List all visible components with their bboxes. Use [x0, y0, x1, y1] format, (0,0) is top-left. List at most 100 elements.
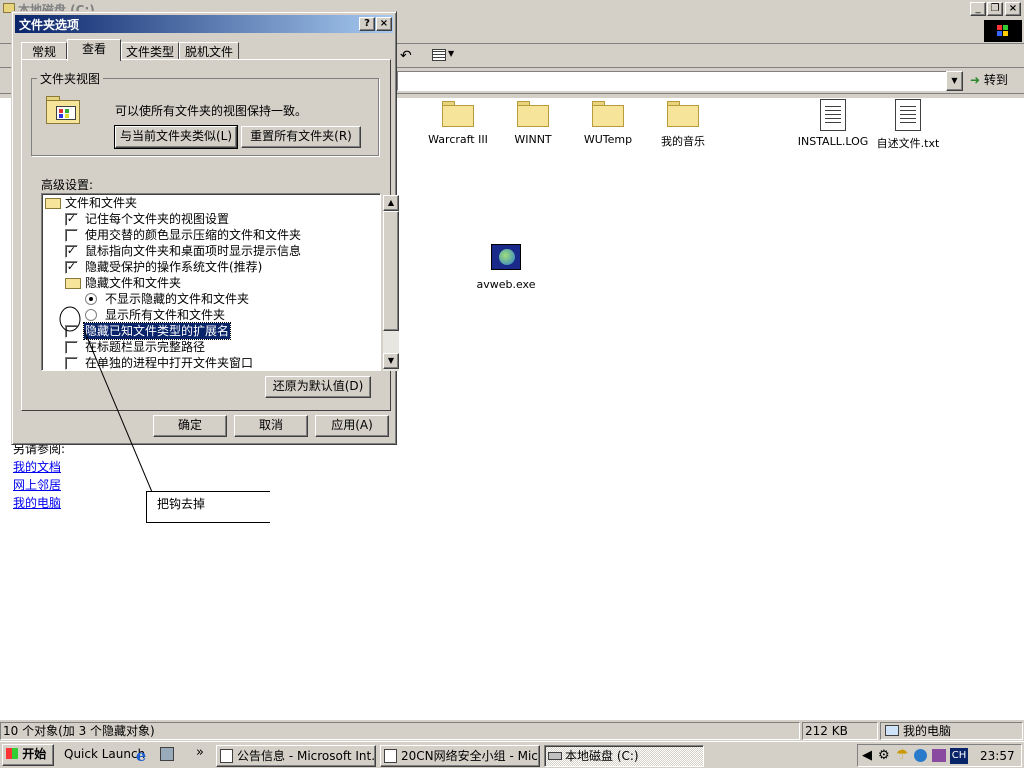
folder-icon	[442, 101, 474, 127]
file-item[interactable]: Warcraft III	[418, 101, 498, 146]
checkbox[interactable]: ✓	[65, 245, 78, 258]
taskbar-task-label: 20CN网络安全小组 - Mic...	[401, 749, 540, 763]
address-input[interactable]	[397, 71, 947, 91]
go-button[interactable]: ➜ 转到	[970, 71, 1020, 91]
speaker-icon[interactable]: ◀	[862, 748, 872, 763]
minimize-button[interactable]: _	[970, 2, 986, 16]
dialog-close-button[interactable]: ×	[376, 17, 392, 31]
drive-icon	[548, 752, 562, 760]
annotation-callout: 把钩去掉	[146, 491, 270, 523]
scroll-up-button[interactable]: ▲	[383, 195, 399, 211]
taskbar: 开始 Quick Launch e » 公告信息 - Microsoft Int…	[0, 741, 1024, 768]
file-name: INSTALL.LOG	[797, 135, 869, 148]
settings-row-label: 使用交替的颜色显示压缩的文件和文件夹	[85, 228, 302, 242]
settings-row-label: 在单独的进程中打开文件夹窗口	[85, 356, 254, 370]
go-arrow-icon: ➜	[970, 73, 981, 87]
file-item[interactable]: WUTemp	[568, 101, 648, 146]
file-item[interactable]: 自述文件.txt	[868, 99, 948, 151]
start-button[interactable]: 开始	[2, 744, 54, 766]
file-name: avweb.exe	[476, 278, 536, 291]
checkbox[interactable]	[65, 325, 78, 338]
umbrella-icon[interactable]: ☂	[896, 747, 909, 763]
folder-options-dialog: 文件夹选项 ? × 常规 查看 文件类型 脱机文件 文件夹视图 可以使所有文件夹…	[11, 11, 399, 445]
folder-icon	[667, 101, 699, 127]
tab-view[interactable]: 查看	[67, 39, 121, 61]
settings-row-label: 不显示隐藏的文件和文件夹	[105, 292, 250, 306]
settings-row-label: 记住每个文件夹的视图设置	[85, 212, 230, 226]
settings-row-label: 隐藏已知文件类型的扩展名	[82, 322, 232, 340]
tab-file-types[interactable]: 文件类型	[121, 42, 179, 60]
network-icon[interactable]: ⚙	[878, 748, 890, 763]
folder-view-description: 可以使所有文件夹的视图保持一致。	[115, 104, 308, 118]
folder-icon	[65, 278, 81, 289]
file-item[interactable]: INSTALL.LOG	[793, 99, 873, 148]
folder-view-icon	[46, 94, 80, 124]
computer-icon	[885, 725, 899, 736]
radio-button[interactable]	[85, 293, 97, 305]
checkbox[interactable]: ✓	[65, 213, 78, 226]
link-network-places[interactable]: 网上邻居	[13, 476, 61, 493]
reset-all-folders-button[interactable]: 重置所有文件夹(R)	[241, 126, 361, 148]
restore-button[interactable]: ❐	[987, 2, 1003, 16]
settings-row-label: 文件和文件夹	[65, 196, 138, 210]
ie-icon[interactable]: e	[136, 746, 146, 765]
status-bar: 10 个对象(加 3 个隐藏对象) 212 KB 我的电脑	[0, 721, 1024, 741]
system-tray: ◀ ⚙ ☂ CH 23:57	[857, 744, 1022, 767]
checkbox[interactable]	[65, 229, 78, 242]
checkbox[interactable]: ✓	[65, 261, 78, 274]
close-button[interactable]: ×	[1005, 2, 1021, 16]
status-location: 我的电脑	[880, 722, 1023, 740]
settings-row-label: 隐藏受保护的操作系统文件(推荐)	[85, 260, 263, 274]
help-button[interactable]: ?	[359, 17, 375, 31]
scroll-down-button[interactable]: ▼	[383, 353, 399, 369]
file-item[interactable]: WINNT	[493, 101, 573, 146]
undo-icon[interactable]: ↶	[400, 48, 412, 64]
globe-icon[interactable]	[914, 749, 927, 762]
quick-launch-label: Quick Launch	[64, 747, 146, 761]
ok-button[interactable]: 确定	[153, 415, 227, 437]
desktop-icon[interactable]	[160, 747, 174, 761]
status-location-label: 我的电脑	[903, 724, 952, 738]
dialog-title: 文件夹选项	[19, 18, 80, 32]
settings-row-label: 鼠标指向文件夹和桌面项时显示提示信息	[85, 244, 302, 258]
settings-scrollbar[interactable]: ▲ ▼	[383, 195, 399, 371]
checkbox[interactable]	[65, 341, 78, 354]
file-name: Warcraft III	[428, 133, 488, 146]
document-icon	[820, 99, 846, 131]
link-my-documents[interactable]: 我的文档	[13, 458, 61, 475]
ie-page-icon	[220, 749, 233, 763]
file-item[interactable]: 我的音乐	[643, 101, 723, 149]
file-item[interactable]: avweb.exe	[466, 244, 546, 291]
advanced-settings-list[interactable]: 文件和文件夹 ✓ 记住每个文件夹的视图设置使用交替的颜色显示压缩的文件和文件夹 ✓ 鼠标…	[41, 193, 399, 371]
link-my-computer[interactable]: 我的电脑	[13, 494, 61, 511]
checkbox[interactable]	[65, 357, 78, 370]
radio-button[interactable]	[85, 309, 97, 321]
taskbar-task[interactable]: 公告信息 - Microsoft Int...	[216, 745, 376, 767]
app-icon[interactable]	[932, 749, 946, 762]
windows-logo-icon	[984, 20, 1022, 42]
address-dropdown-button[interactable]: ▼	[946, 71, 963, 91]
settings-row-label: 隐藏文件和文件夹	[85, 276, 182, 290]
taskbar-task-active[interactable]: 本地磁盘 (C:)	[544, 745, 704, 767]
tab-general[interactable]: 常规	[21, 42, 67, 60]
views-icon[interactable]	[432, 49, 446, 61]
folder-icon	[517, 101, 549, 127]
like-current-folder-button[interactable]: 与当前文件夹类似(L)	[114, 125, 238, 149]
file-name: WINNT	[514, 133, 552, 146]
folder-icon	[592, 101, 624, 127]
folder-view-group-label: 文件夹视图	[37, 70, 104, 87]
file-name: 自述文件.txt	[876, 137, 940, 150]
views-dropdown-icon[interactable]: ▼	[448, 49, 454, 58]
scroll-thumb[interactable]	[383, 211, 399, 331]
quick-launch-chevron[interactable]: »	[196, 745, 204, 760]
restore-defaults-button[interactable]: 还原为默认值(D)	[265, 376, 371, 398]
tab-offline-files[interactable]: 脱机文件	[179, 42, 239, 60]
taskbar-task[interactable]: 20CN网络安全小组 - Mic...	[380, 745, 540, 767]
document-icon	[895, 99, 921, 131]
taskbar-task-label: 公告信息 - Microsoft Int...	[237, 749, 376, 763]
language-indicator[interactable]: CH	[950, 748, 968, 764]
cancel-button[interactable]: 取消	[234, 415, 308, 437]
status-objects: 10 个对象(加 3 个隐藏对象)	[0, 722, 800, 740]
apply-button[interactable]: 应用(A)	[315, 415, 389, 437]
status-size: 212 KB	[802, 722, 878, 740]
